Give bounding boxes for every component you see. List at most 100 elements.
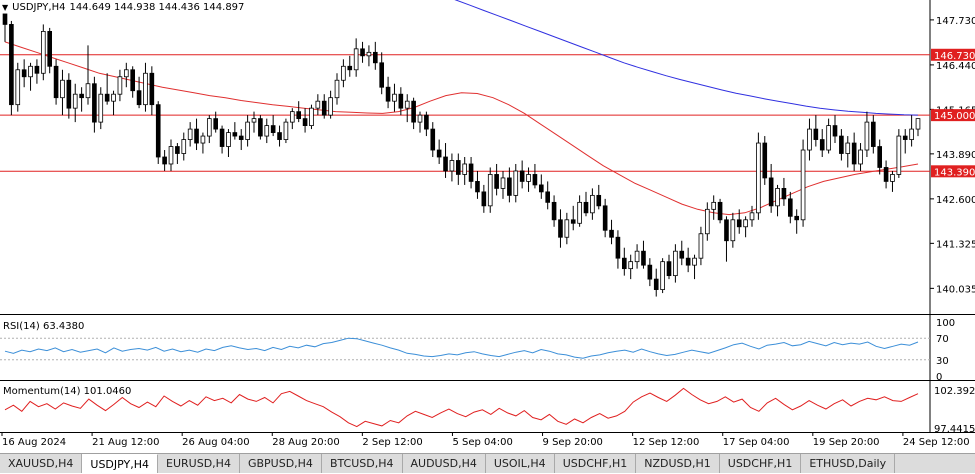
rsi-tick-label: 30: [936, 356, 949, 367]
bull-candle: [743, 219, 748, 228]
bull-candle: [289, 111, 295, 123]
symbol-tab[interactable]: GBPUSD,H4: [240, 454, 322, 473]
bear-candle: [194, 128, 199, 144]
bear-candle: [621, 257, 627, 270]
bear-candle: [787, 198, 793, 217]
bear-candle: [551, 201, 557, 221]
bull-candle: [487, 174, 493, 207]
bear-candle: [302, 118, 308, 127]
bull-candle: [660, 261, 665, 290]
bull-candle: [98, 93, 104, 123]
symbol-tab[interactable]: USDJPY,H4: [82, 454, 159, 473]
bull-candle: [85, 83, 91, 99]
symbol-timeframe: USDJPY,H4: [12, 2, 66, 13]
price-tick-label: 142.600: [936, 195, 975, 206]
bear-candle: [883, 167, 889, 182]
time-tick-label: 9 Sep 20:00: [543, 437, 603, 448]
bull-candle: [704, 208, 710, 235]
rsi-line: [4, 337, 919, 359]
time-tick-label: 17 Sep 04:00: [723, 437, 790, 448]
bear-candle: [47, 30, 53, 67]
bear-candle: [443, 156, 448, 172]
bull-candle: [692, 257, 697, 266]
symbol-tab[interactable]: NZDUSD,H1: [636, 454, 720, 473]
bear-candle: [851, 142, 857, 165]
bear-candle: [277, 132, 282, 140]
bull-candle: [60, 79, 65, 99]
bear-candle: [558, 219, 563, 238]
bull-candle: [226, 132, 231, 147]
rsi-tick-label: 100: [936, 318, 955, 329]
price-tick-label: 146.440: [936, 61, 975, 72]
bear-candle: [666, 261, 672, 277]
bear-candle: [781, 187, 787, 200]
bear-candle: [570, 219, 576, 224]
bull-candle: [245, 121, 250, 140]
symbol-tab[interactable]: BTCUSD,H4: [322, 454, 403, 473]
bull-candle: [315, 100, 321, 109]
bull-candle: [858, 149, 863, 165]
bear-candle: [258, 118, 263, 137]
bear-candle: [813, 128, 819, 140]
price-tick-label: 141.325: [936, 239, 975, 250]
bull-candle: [187, 128, 193, 140]
time-tick-label: 24 Sep 12:00: [903, 437, 970, 448]
bear-candle: [411, 100, 416, 123]
bear-candle: [372, 51, 378, 64]
bear-candle: [762, 142, 768, 179]
bear-candle: [596, 194, 602, 207]
bear-candle: [870, 121, 876, 147]
bull-candle: [577, 201, 582, 224]
bear-candle: [602, 205, 608, 231]
bull-candle: [15, 69, 21, 106]
price-tick-label: 147.730: [936, 16, 975, 27]
bear-candle: [53, 65, 59, 99]
bear-candle: [296, 111, 302, 120]
bull-candle: [909, 128, 914, 140]
momentum-tick-label: 102.3925: [934, 386, 975, 397]
bear-candle: [819, 139, 825, 151]
time-tick-label: 5 Sep 04:00: [452, 437, 512, 448]
bear-candle: [79, 93, 84, 99]
bull-candle: [251, 118, 257, 123]
bear-candle: [398, 93, 404, 109]
symbol-tab[interactable]: XAUUSD,H4: [0, 454, 83, 473]
bull-candle: [711, 201, 717, 210]
symbol-tab[interactable]: AUDUSD,H4: [403, 454, 486, 473]
bear-candle: [104, 93, 110, 102]
bear-candle: [717, 201, 723, 221]
bull-candle: [698, 233, 704, 259]
chart-header: ▼ USDJPY,H4 144.649 144.938 144.436 144.…: [2, 2, 244, 13]
time-tick-label: 16 Aug 2024: [2, 437, 66, 448]
bear-candle: [647, 264, 653, 280]
bear-candle: [507, 177, 512, 196]
symbol-tab[interactable]: ETHUSD,Daily: [801, 454, 896, 473]
bear-candle: [238, 135, 244, 140]
time-tick-label: 12 Sep 12:00: [633, 437, 700, 448]
bear-candle: [794, 215, 800, 221]
bear-candle: [902, 135, 908, 140]
symbol-tab[interactable]: USDCHF,H1: [555, 454, 637, 473]
bear-candle: [232, 132, 238, 137]
bull-candle: [800, 149, 806, 221]
bear-candle: [155, 104, 161, 158]
bear-candle: [385, 86, 391, 102]
bear-candle: [615, 236, 621, 259]
symbol-tab[interactable]: EURUSD,H4: [158, 454, 240, 473]
bull-candle: [40, 30, 46, 74]
bull-candle: [749, 212, 755, 221]
chart-canvas[interactable]: 147.730146.440145.165143.890142.600141.3…: [0, 0, 975, 473]
bear-candle: [481, 191, 487, 207]
bull-candle: [500, 177, 506, 189]
dropdown-triangle-icon[interactable]: ▼: [2, 3, 8, 12]
bull-candle: [449, 160, 455, 172]
symbol-tab[interactable]: USOIL,H4: [486, 454, 555, 473]
symbol-tabbar: XAUUSD,H4 USDJPY,H4 EURUSD,H4 GBPUSD,H4 BTCU…: [0, 453, 975, 473]
rsi-tick-label: 70: [936, 334, 949, 345]
time-tick-label: 28 Aug 20:00: [272, 437, 339, 448]
bull-candle: [673, 250, 678, 277]
bull-candle: [264, 125, 270, 137]
bull-candle: [915, 118, 921, 130]
symbol-tab[interactable]: USDCHF,H1: [720, 454, 802, 473]
bear-candle: [641, 250, 646, 266]
